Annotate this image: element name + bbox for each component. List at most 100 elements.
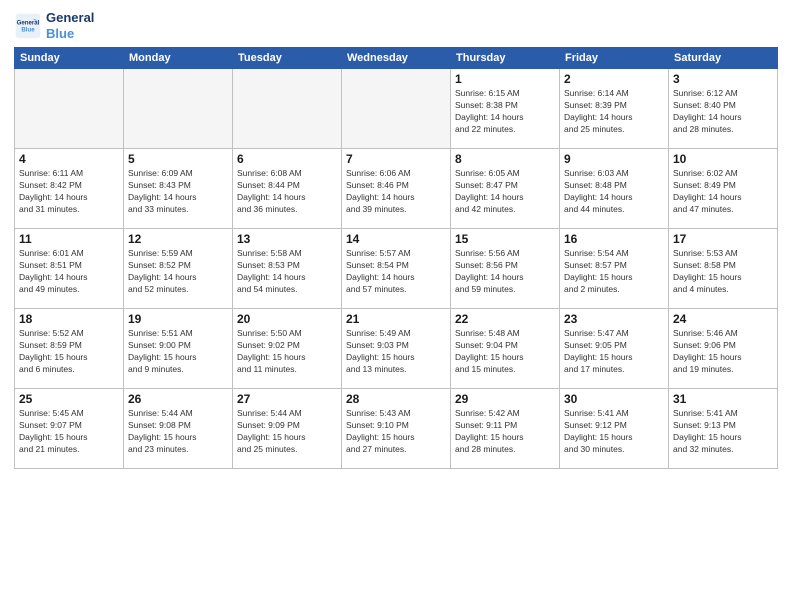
day-number: 27 xyxy=(237,392,337,406)
day-info: Sunrise: 5:42 AM Sunset: 9:11 PM Dayligh… xyxy=(455,408,555,456)
calendar-cell: 7 Sunrise: 6:06 AM Sunset: 8:46 PM Daylig… xyxy=(342,149,451,229)
calendar-cell xyxy=(15,69,124,149)
day-number: 14 xyxy=(346,232,446,246)
day-number: 31 xyxy=(673,392,773,406)
calendar-cell: 14 Sunrise: 5:57 AM Sunset: 8:54 PM Dayli… xyxy=(342,229,451,309)
day-number: 4 xyxy=(19,152,119,166)
day-number: 24 xyxy=(673,312,773,326)
day-info: Sunrise: 5:54 AM Sunset: 8:57 PM Dayligh… xyxy=(564,248,664,296)
day-number: 15 xyxy=(455,232,555,246)
calendar-cell: 27 Sunrise: 5:44 AM Sunset: 9:09 PM Dayli… xyxy=(233,389,342,469)
day-info: Sunrise: 6:08 AM Sunset: 8:44 PM Dayligh… xyxy=(237,168,337,216)
weekday-header-tuesday: Tuesday xyxy=(233,48,342,69)
calendar-cell: 20 Sunrise: 5:50 AM Sunset: 9:02 PM Dayli… xyxy=(233,309,342,389)
calendar-cell: 11 Sunrise: 6:01 AM Sunset: 8:51 PM Dayli… xyxy=(15,229,124,309)
day-info: Sunrise: 5:44 AM Sunset: 9:09 PM Dayligh… xyxy=(237,408,337,456)
calendar-cell: 25 Sunrise: 5:45 AM Sunset: 9:07 PM Dayli… xyxy=(15,389,124,469)
day-number: 25 xyxy=(19,392,119,406)
week-row-5: 25 Sunrise: 5:45 AM Sunset: 9:07 PM Dayli… xyxy=(15,389,778,469)
day-number: 5 xyxy=(128,152,228,166)
logo-icon: General Blue xyxy=(14,12,42,40)
day-number: 28 xyxy=(346,392,446,406)
day-info: Sunrise: 5:58 AM Sunset: 8:53 PM Dayligh… xyxy=(237,248,337,296)
calendar-cell: 13 Sunrise: 5:58 AM Sunset: 8:53 PM Dayli… xyxy=(233,229,342,309)
day-info: Sunrise: 5:52 AM Sunset: 8:59 PM Dayligh… xyxy=(19,328,119,376)
day-number: 17 xyxy=(673,232,773,246)
day-number: 29 xyxy=(455,392,555,406)
day-number: 22 xyxy=(455,312,555,326)
svg-text:Blue: Blue xyxy=(21,26,35,33)
calendar-cell: 23 Sunrise: 5:47 AM Sunset: 9:05 PM Dayli… xyxy=(560,309,669,389)
day-info: Sunrise: 6:15 AM Sunset: 8:38 PM Dayligh… xyxy=(455,88,555,136)
calendar-cell xyxy=(124,69,233,149)
day-number: 26 xyxy=(128,392,228,406)
day-info: Sunrise: 5:44 AM Sunset: 9:08 PM Dayligh… xyxy=(128,408,228,456)
calendar-cell xyxy=(233,69,342,149)
calendar-cell: 24 Sunrise: 5:46 AM Sunset: 9:06 PM Dayli… xyxy=(669,309,778,389)
day-info: Sunrise: 6:01 AM Sunset: 8:51 PM Dayligh… xyxy=(19,248,119,296)
day-number: 3 xyxy=(673,72,773,86)
day-info: Sunrise: 5:51 AM Sunset: 9:00 PM Dayligh… xyxy=(128,328,228,376)
day-info: Sunrise: 5:53 AM Sunset: 8:58 PM Dayligh… xyxy=(673,248,773,296)
day-info: Sunrise: 6:14 AM Sunset: 8:39 PM Dayligh… xyxy=(564,88,664,136)
day-info: Sunrise: 6:06 AM Sunset: 8:46 PM Dayligh… xyxy=(346,168,446,216)
day-info: Sunrise: 5:50 AM Sunset: 9:02 PM Dayligh… xyxy=(237,328,337,376)
calendar-cell: 10 Sunrise: 6:02 AM Sunset: 8:49 PM Dayli… xyxy=(669,149,778,229)
calendar-cell: 4 Sunrise: 6:11 AM Sunset: 8:42 PM Daylig… xyxy=(15,149,124,229)
calendar-cell: 29 Sunrise: 5:42 AM Sunset: 9:11 PM Dayli… xyxy=(451,389,560,469)
page-container: General Blue General Blue SundayMondayTu… xyxy=(0,0,792,612)
day-number: 11 xyxy=(19,232,119,246)
day-info: Sunrise: 6:05 AM Sunset: 8:47 PM Dayligh… xyxy=(455,168,555,216)
day-number: 13 xyxy=(237,232,337,246)
logo: General Blue General Blue xyxy=(14,10,94,41)
calendar-cell: 21 Sunrise: 5:49 AM Sunset: 9:03 PM Dayli… xyxy=(342,309,451,389)
day-info: Sunrise: 6:03 AM Sunset: 8:48 PM Dayligh… xyxy=(564,168,664,216)
day-info: Sunrise: 5:46 AM Sunset: 9:06 PM Dayligh… xyxy=(673,328,773,376)
day-number: 10 xyxy=(673,152,773,166)
calendar-cell xyxy=(342,69,451,149)
calendar-cell: 30 Sunrise: 5:41 AM Sunset: 9:12 PM Dayli… xyxy=(560,389,669,469)
calendar-cell: 26 Sunrise: 5:44 AM Sunset: 9:08 PM Dayli… xyxy=(124,389,233,469)
day-info: Sunrise: 5:49 AM Sunset: 9:03 PM Dayligh… xyxy=(346,328,446,376)
week-row-2: 4 Sunrise: 6:11 AM Sunset: 8:42 PM Daylig… xyxy=(15,149,778,229)
calendar-cell: 5 Sunrise: 6:09 AM Sunset: 8:43 PM Daylig… xyxy=(124,149,233,229)
weekday-header-wednesday: Wednesday xyxy=(342,48,451,69)
calendar-cell: 17 Sunrise: 5:53 AM Sunset: 8:58 PM Dayli… xyxy=(669,229,778,309)
day-number: 7 xyxy=(346,152,446,166)
calendar-cell: 18 Sunrise: 5:52 AM Sunset: 8:59 PM Dayli… xyxy=(15,309,124,389)
day-info: Sunrise: 5:48 AM Sunset: 9:04 PM Dayligh… xyxy=(455,328,555,376)
day-info: Sunrise: 6:12 AM Sunset: 8:40 PM Dayligh… xyxy=(673,88,773,136)
calendar-table: SundayMondayTuesdayWednesdayThursdayFrid… xyxy=(14,47,778,469)
day-info: Sunrise: 5:45 AM Sunset: 9:07 PM Dayligh… xyxy=(19,408,119,456)
calendar-cell: 19 Sunrise: 5:51 AM Sunset: 9:00 PM Dayli… xyxy=(124,309,233,389)
weekday-header-sunday: Sunday xyxy=(15,48,124,69)
weekday-header-friday: Friday xyxy=(560,48,669,69)
day-number: 18 xyxy=(19,312,119,326)
weekday-header-monday: Monday xyxy=(124,48,233,69)
calendar-cell: 3 Sunrise: 6:12 AM Sunset: 8:40 PM Daylig… xyxy=(669,69,778,149)
week-row-1: 1 Sunrise: 6:15 AM Sunset: 8:38 PM Daylig… xyxy=(15,69,778,149)
day-number: 30 xyxy=(564,392,664,406)
calendar-cell: 6Sunrise: 6:08 AM Sunset: 8:44 PM Daylig… xyxy=(233,149,342,229)
day-info: Sunrise: 6:09 AM Sunset: 8:43 PM Dayligh… xyxy=(128,168,228,216)
day-number: 20 xyxy=(237,312,337,326)
day-number: 2 xyxy=(564,72,664,86)
day-info: Sunrise: 6:11 AM Sunset: 8:42 PM Dayligh… xyxy=(19,168,119,216)
day-info: Sunrise: 6:02 AM Sunset: 8:49 PM Dayligh… xyxy=(673,168,773,216)
calendar-cell: 12Sunrise: 5:59 AM Sunset: 8:52 PM Dayli… xyxy=(124,229,233,309)
day-number: 21 xyxy=(346,312,446,326)
week-row-4: 18 Sunrise: 5:52 AM Sunset: 8:59 PM Dayli… xyxy=(15,309,778,389)
day-number: 19 xyxy=(128,312,228,326)
calendar-cell: 31Sunrise: 5:41 AM Sunset: 9:13 PM Dayli… xyxy=(669,389,778,469)
day-info: Sunrise: 5:47 AM Sunset: 9:05 PM Dayligh… xyxy=(564,328,664,376)
calendar-cell: 22 Sunrise: 5:48 AM Sunset: 9:04 PM Dayli… xyxy=(451,309,560,389)
day-info: Sunrise: 5:57 AM Sunset: 8:54 PM Dayligh… xyxy=(346,248,446,296)
day-number: 23 xyxy=(564,312,664,326)
page-header: General Blue General Blue xyxy=(14,10,778,41)
day-info: Sunrise: 5:56 AM Sunset: 8:56 PM Dayligh… xyxy=(455,248,555,296)
day-info: Sunrise: 5:41 AM Sunset: 9:12 PM Dayligh… xyxy=(564,408,664,456)
calendar-cell: 9Sunrise: 6:03 AM Sunset: 8:48 PM Daylig… xyxy=(560,149,669,229)
day-number: 1 xyxy=(455,72,555,86)
calendar-cell: 16Sunrise: 5:54 AM Sunset: 8:57 PM Dayli… xyxy=(560,229,669,309)
weekday-header-row: SundayMondayTuesdayWednesdayThursdayFrid… xyxy=(15,48,778,69)
